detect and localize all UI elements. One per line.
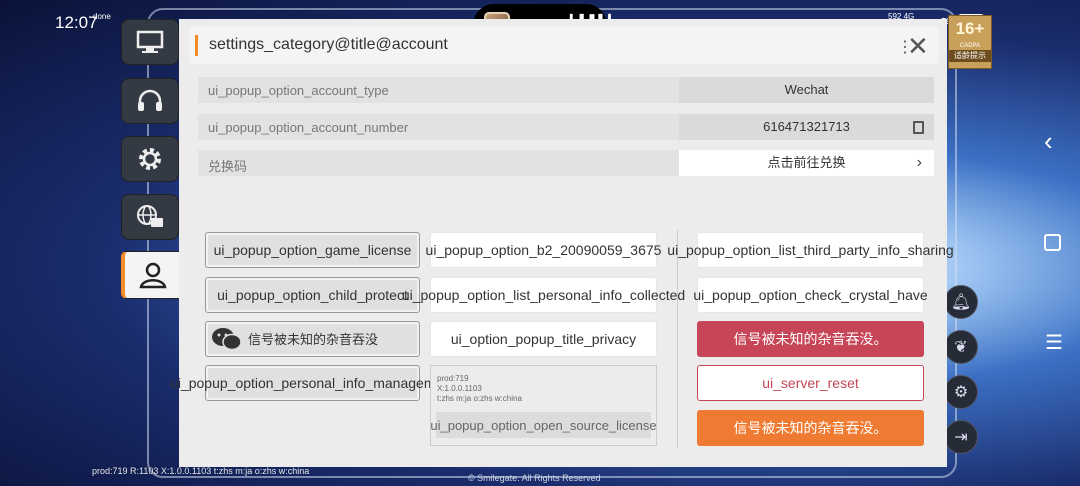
chevron-right-icon: › — [916, 154, 922, 171]
personal-info-collected-button[interactable]: ui_popup_option_list_personal_info_colle… — [402, 277, 685, 313]
build-info-line: t:zhs m:ja o:zhs w:china — [437, 394, 522, 403]
b2-license-button[interactable]: ui_popup_option_b2_20090059_3675 — [426, 232, 661, 268]
nav-account-button[interactable] — [121, 251, 181, 299]
redeem-code-button[interactable]: 点击前往兑换 › — [679, 150, 934, 176]
account-number-value-cell: 616471321713 — [679, 114, 934, 140]
orange-action-button[interactable]: 信号被未知的杂音吞没。 — [697, 410, 924, 446]
age-rating-org: CADPA — [959, 43, 981, 49]
open-source-license-button[interactable]: ui_popup_option_open_source_license — [430, 412, 657, 438]
leaf-icon[interactable]: ❦ — [944, 330, 978, 364]
account-type-value: Wechat — [679, 77, 934, 103]
window-icon[interactable] — [1044, 234, 1061, 251]
back-chevron-icon[interactable]: ‹ — [1044, 126, 1053, 157]
check-crystal-button[interactable]: ui_popup_option_check_crystal_have — [693, 277, 928, 313]
account-number-value: 616471321713 — [763, 119, 850, 134]
nav-language-button[interactable] — [121, 194, 179, 240]
status-time: 12:07 — [55, 13, 98, 32]
account-number-label: ui_popup_option_account_number — [208, 120, 409, 135]
wechat-button-label: 信号被未知的杂音吞没 — [248, 331, 379, 347]
build-info-line: prod:719 — [437, 374, 469, 383]
account-type-row: ui_popup_option_account_type Wechat — [198, 77, 934, 103]
redeem-code-label: 兑换码 — [208, 159, 248, 174]
column-divider — [677, 230, 678, 448]
exit-icon[interactable]: ⇥ — [944, 420, 978, 454]
account-number-row: ui_popup_option_account_number 616471321… — [198, 114, 934, 140]
globe-chat-icon — [137, 205, 163, 227]
child-protect-button[interactable]: ui_popup_option_child_protect — [205, 277, 420, 313]
privacy-button[interactable]: ui_option_popup_title_privacy — [430, 321, 657, 357]
nav-settings-button[interactable] — [121, 136, 179, 182]
personal-info-management-button[interactable]: ui_popup_option_personal_info_management — [170, 365, 455, 401]
server-reset-button[interactable]: ui_server_reset — [697, 365, 924, 401]
gear-icon — [139, 148, 161, 170]
header-accent-bar — [195, 35, 198, 56]
age-rating-badge: 16+ CADPA 适龄提示 — [948, 15, 992, 69]
third-party-info-button[interactable]: ui_popup_option_list_third_party_info_sh… — [667, 232, 954, 268]
build-info-line: X:1.0.0.1103 — [437, 384, 482, 393]
version-info: prod:719 R:1103 X:1.0.0.1103 t:zhs m:ja … — [92, 466, 310, 476]
red-action-button[interactable]: 信号被未知的杂音吞没。 — [697, 321, 924, 357]
bell-icon[interactable]: 🔔︎ — [944, 285, 978, 319]
redeem-code-row: 兑换码 点击前往兑换 › — [198, 150, 934, 176]
settings-icon[interactable]: ⚙ — [944, 375, 978, 409]
copy-icon[interactable] — [913, 121, 924, 134]
redeem-code-value: 点击前往兑换 — [767, 155, 846, 170]
close-icon[interactable]: ✕ — [907, 33, 929, 59]
headphones-icon — [138, 89, 162, 111]
copyright: © Smilegate. All Rights Reserved — [468, 473, 601, 483]
nav-display-button[interactable] — [121, 19, 179, 65]
wechat-icon — [212, 328, 242, 351]
monitor-icon — [136, 30, 164, 53]
popup-title: settings_category@title@account — [209, 36, 448, 53]
build-info: prod:719 X:1.0.0.1103 t:zhs m:ja o:zhs w… — [437, 374, 522, 404]
menu-icon[interactable]: ☰ — [1045, 333, 1063, 353]
age-rating-text: 适龄提示 — [949, 50, 991, 62]
user-icon — [138, 262, 167, 289]
nav-audio-button[interactable] — [121, 78, 179, 124]
game-license-button[interactable]: ui_popup_option_game_license — [205, 232, 420, 268]
status-carrier: done — [93, 12, 111, 21]
age-rating-number: 16+ — [955, 19, 985, 38]
account-type-label: ui_popup_option_account_type — [208, 83, 389, 98]
